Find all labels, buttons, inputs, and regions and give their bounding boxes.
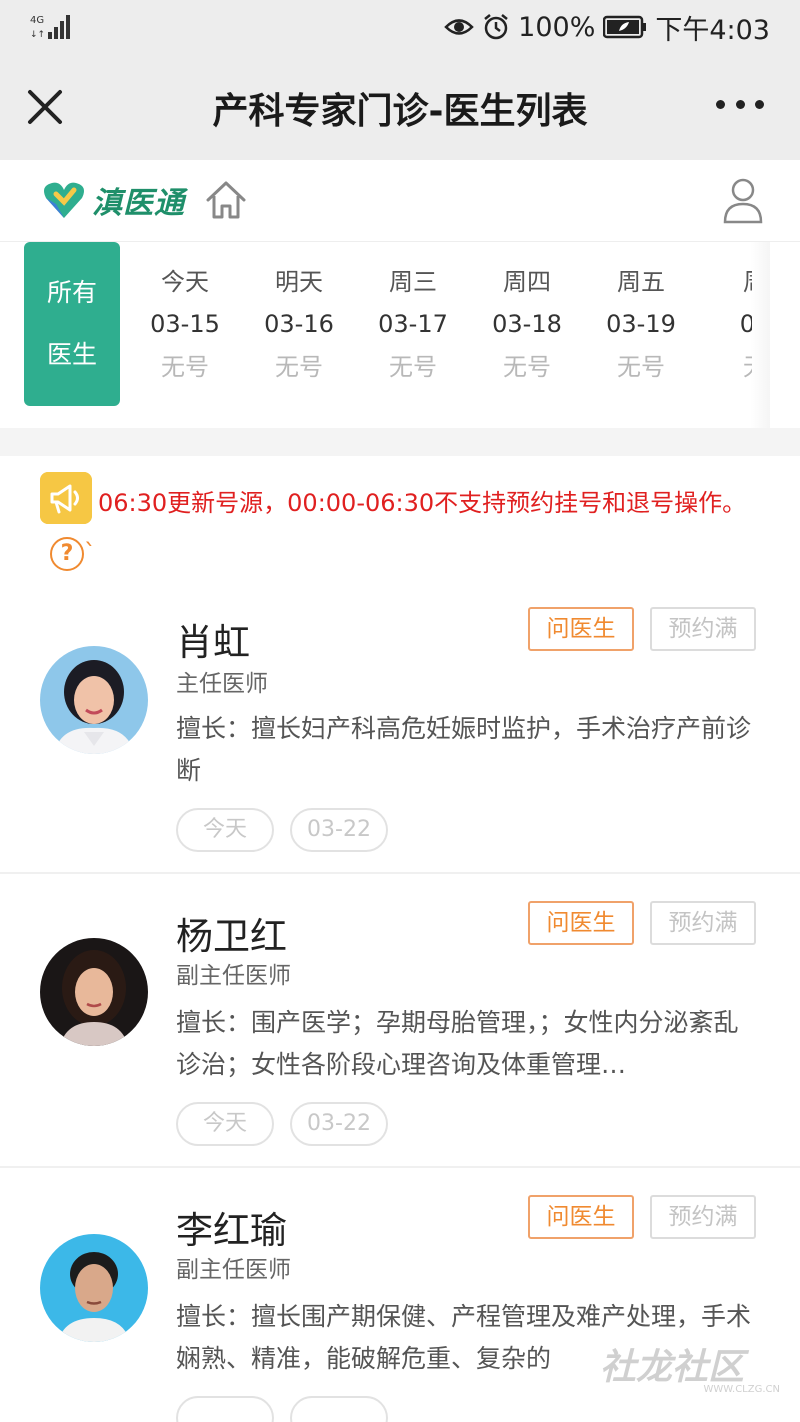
booking-full-button[interactable]: 预约满 [650, 1195, 756, 1239]
doctor-card[interactable]: 肖虹 主任医师 问医生 预约满 擅长：擅长妇产科高危妊娠时监护，手术治疗产前诊断… [0, 580, 800, 874]
notice-tick: ` [84, 539, 96, 567]
alarm-icon [484, 14, 508, 40]
battery-icon [603, 15, 647, 39]
date-pill-today[interactable]: 今天 [176, 808, 274, 852]
doctor-name: 肖虹 [176, 621, 250, 664]
brand-name: 滇医通 [92, 186, 185, 221]
ask-doctor-button[interactable]: 问医生 [528, 607, 634, 651]
day-status: 无号 [617, 353, 665, 381]
section-divider [0, 428, 800, 456]
day-name: 周 [698, 262, 752, 302]
network-type-text: 4G [30, 15, 44, 26]
date-pill[interactable] [176, 1396, 274, 1422]
day-list: 今天 03-15 无号 明天 03-16 无号 周三 03-17 无号 周四 0… [128, 262, 752, 412]
doctor-specialty: 擅长：擅长妇产科高危妊娠时监护，手术治疗产前诊断 [176, 714, 752, 785]
day-date: 03-18 [492, 310, 562, 338]
notice-message: 06:30更新号源，00:00-06:30不支持预约挂号和退号操作。 [98, 489, 747, 517]
date-filter-strip: 所有 医生 今天 03-15 无号 明天 03-16 无号 周三 03-17 无… [0, 242, 800, 428]
battery-percent: 100% [518, 11, 596, 43]
day-date: 03-15 [150, 310, 220, 338]
ask-doctor-button[interactable]: 问医生 [528, 901, 634, 945]
day-status: 无号 [161, 353, 209, 381]
date-pill[interactable]: 03-22 [290, 808, 388, 852]
svg-text:↓↑: ↓↑ [30, 30, 45, 40]
ask-doctor-button[interactable]: 问医生 [528, 1195, 634, 1239]
doctor-avatar [40, 1234, 148, 1342]
status-right: 100% 下午4:03 [444, 10, 770, 46]
date-pill[interactable]: 03-22 [290, 1102, 388, 1146]
date-pill-today[interactable]: 今天 [176, 1102, 274, 1146]
day-date: 03-16 [264, 310, 334, 338]
day-name: 周三 [389, 268, 437, 296]
doctor-title: 副主任医师 [176, 1257, 291, 1283]
signal-icon: 4G ↓↑ [30, 15, 70, 40]
app-header: 滇医通 [0, 160, 800, 242]
scroll-fade [750, 242, 770, 428]
heart-logo-icon [44, 182, 84, 218]
doctor-specialty: 擅长：围产医学；孕期母胎管理，；女性内分泌紊乱诊治；女性各阶段心理咨询及体重管理… [176, 1008, 739, 1079]
doctor-title: 主任医师 [176, 671, 268, 697]
home-icon[interactable] [204, 178, 248, 222]
page-title: 产科专家门诊-医生列表 [212, 91, 588, 132]
doctor-name: 杨卫红 [176, 915, 287, 958]
day-date: 03-17 [378, 310, 448, 338]
day-date: 03 [739, 310, 752, 338]
clock-time: 下午4:03 [655, 14, 770, 46]
day-tab-saturday[interactable]: 周 03 无 [698, 262, 752, 388]
day-name: 明天 [275, 268, 323, 296]
more-icon[interactable] [716, 100, 764, 114]
status-bar: 4G ↓↑ 100% 下午4:03 [0, 0, 800, 56]
day-tab-wednesday[interactable]: 周三 03-17 无号 [356, 262, 470, 388]
brand-logo[interactable]: 滇医通 [42, 178, 185, 222]
all-doctors-label-1: 所有 [46, 278, 97, 307]
help-icon[interactable]: ? [50, 537, 84, 571]
nav-bar: 产科专家门诊-医生列表 [0, 56, 800, 160]
day-status: 无号 [275, 353, 323, 381]
day-name: 今天 [161, 268, 209, 296]
day-status: 无 [698, 346, 752, 388]
day-date: 03-19 [606, 310, 676, 338]
booking-full-button[interactable]: 预约满 [650, 607, 756, 651]
doctor-name: 李红瑜 [176, 1209, 287, 1252]
eye-icon [444, 19, 474, 35]
watermark-text: 社龙社区 [600, 1347, 745, 1388]
day-name: 周四 [503, 268, 551, 296]
all-doctors-label-2: 医生 [46, 340, 97, 369]
notice-text-block: 06:30更新号源，00:00-06:30不支持预约挂号和退号操作。? ` [40, 478, 760, 578]
watermark: 社龙社区 WWW.CLZG.CN [600, 1338, 780, 1398]
day-status: 无号 [389, 353, 437, 381]
booking-full-button[interactable]: 预约满 [650, 901, 756, 945]
day-tab-tomorrow[interactable]: 明天 03-16 无号 [242, 262, 356, 388]
date-pill[interactable] [290, 1396, 388, 1422]
day-tab-friday[interactable]: 周五 03-19 无号 [584, 262, 698, 388]
close-icon[interactable] [22, 84, 68, 130]
user-profile-icon[interactable] [722, 176, 764, 224]
day-name: 周五 [617, 268, 665, 296]
day-tab-today[interactable]: 今天 03-15 无号 [128, 262, 242, 388]
day-status: 无号 [503, 353, 551, 381]
doctor-avatar [40, 938, 148, 1046]
doctor-title: 副主任医师 [176, 963, 291, 989]
day-tab-thursday[interactable]: 周四 03-18 无号 [470, 262, 584, 388]
doctor-avatar [40, 646, 148, 754]
doctor-card[interactable]: 杨卫红 副主任医师 问医生 预约满 擅长：围产医学；孕期母胎管理，；女性内分泌紊… [0, 874, 800, 1168]
all-doctors-tab[interactable]: 所有 医生 [24, 242, 120, 406]
